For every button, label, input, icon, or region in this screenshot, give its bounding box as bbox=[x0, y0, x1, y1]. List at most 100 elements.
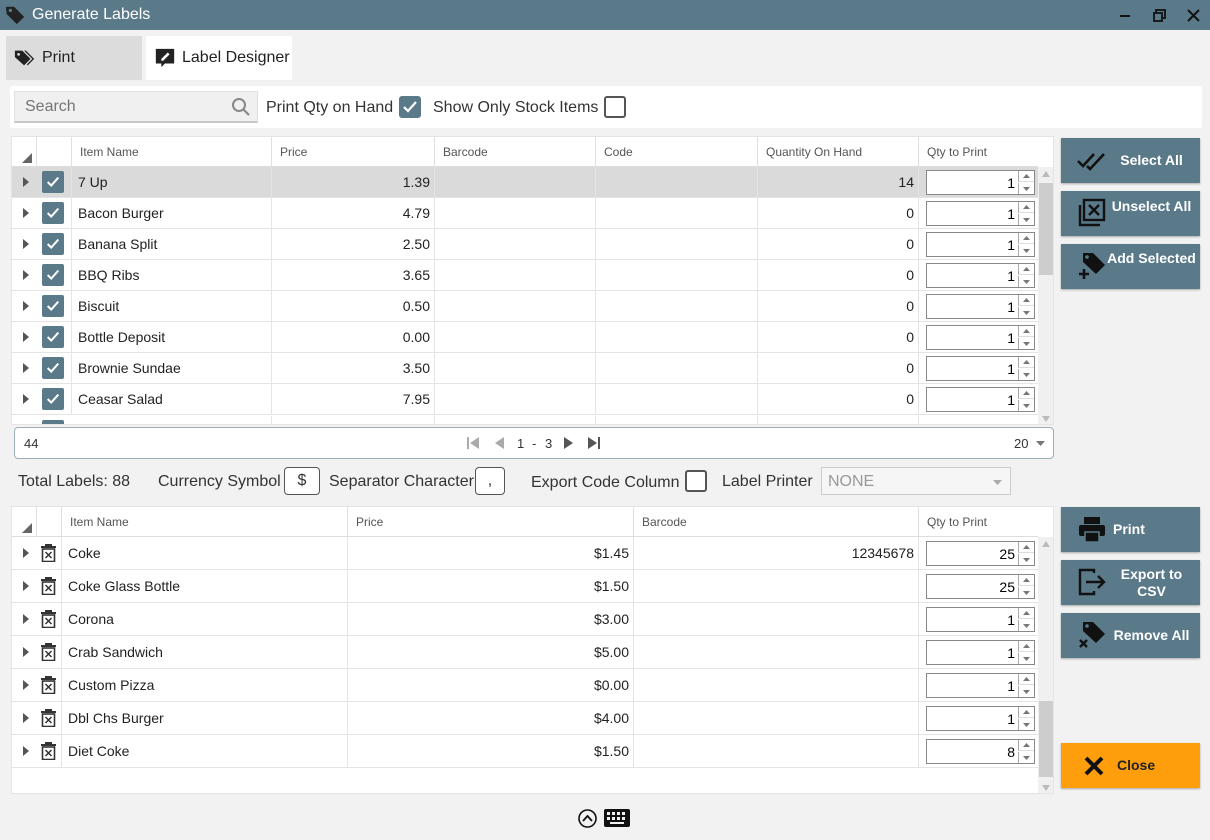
col-price[interactable]: Price bbox=[347, 507, 633, 537]
expand-row-icon[interactable] bbox=[20, 745, 32, 757]
qty-input[interactable] bbox=[927, 295, 1019, 318]
stepper-down-icon[interactable] bbox=[1018, 400, 1034, 411]
qty-input[interactable] bbox=[927, 357, 1019, 380]
table-row[interactable]: 7 Up 1.39 14 bbox=[12, 167, 1038, 198]
stepper-up-icon[interactable] bbox=[1018, 264, 1034, 275]
scrollbar-thumb[interactable] bbox=[1039, 701, 1053, 777]
row-checkbox[interactable] bbox=[42, 233, 64, 255]
stepper-down-icon[interactable] bbox=[1018, 338, 1034, 349]
table-row[interactable]: Custom Pizza $0.00 bbox=[12, 669, 1038, 702]
trash-icon[interactable] bbox=[41, 610, 56, 628]
expand-row-icon[interactable] bbox=[20, 362, 32, 374]
table-row[interactable]: Corona $3.00 bbox=[12, 603, 1038, 636]
stepper-up-icon[interactable] bbox=[1018, 542, 1034, 553]
stepper-up-icon[interactable] bbox=[1018, 641, 1034, 652]
qty-input[interactable] bbox=[927, 264, 1019, 287]
col-price[interactable]: Price bbox=[271, 137, 434, 167]
keyboard-icon[interactable] bbox=[603, 808, 631, 828]
qty-stepper[interactable] bbox=[926, 574, 1035, 599]
qty-input[interactable] bbox=[927, 641, 1019, 664]
col-quantity-on-hand[interactable]: Quantity On Hand bbox=[757, 137, 918, 167]
row-checkbox[interactable] bbox=[42, 357, 64, 379]
row-checkbox[interactable] bbox=[42, 202, 64, 224]
separator-character-input[interactable]: , bbox=[475, 467, 505, 495]
row-checkbox[interactable] bbox=[42, 388, 64, 410]
qty-input[interactable] bbox=[927, 388, 1019, 411]
close-button[interactable]: Close bbox=[1061, 743, 1200, 788]
qty-stepper[interactable] bbox=[926, 294, 1035, 319]
qty-stepper[interactable] bbox=[926, 706, 1035, 731]
table-row[interactable]: Banana Split 2.50 0 bbox=[12, 229, 1038, 260]
close-icon[interactable] bbox=[1182, 4, 1204, 26]
tab-print[interactable]: Print bbox=[6, 36, 142, 80]
qty-stepper[interactable] bbox=[926, 356, 1035, 381]
chevron-up-icon[interactable] bbox=[578, 809, 597, 828]
search-box[interactable] bbox=[14, 91, 258, 123]
qty-input[interactable] bbox=[927, 707, 1019, 730]
qty-input[interactable] bbox=[927, 233, 1019, 256]
stepper-up-icon[interactable] bbox=[1018, 233, 1034, 244]
trash-icon[interactable] bbox=[41, 676, 56, 694]
qty-input[interactable] bbox=[927, 542, 1019, 565]
table-row[interactable]: BBQ Ribs 3.65 0 bbox=[12, 260, 1038, 291]
row-checkbox[interactable] bbox=[42, 264, 64, 286]
pager-current-page[interactable]: 1 bbox=[517, 436, 524, 451]
trash-icon[interactable] bbox=[41, 544, 56, 562]
stepper-down-icon[interactable] bbox=[1018, 214, 1034, 225]
expand-row-icon[interactable] bbox=[20, 331, 32, 343]
stepper-up-icon[interactable] bbox=[1018, 202, 1034, 213]
export-code-checkbox[interactable] bbox=[685, 470, 707, 492]
show-stock-checkbox[interactable] bbox=[604, 96, 626, 118]
prev-page-icon[interactable] bbox=[493, 437, 505, 449]
expand-row-icon[interactable] bbox=[20, 712, 32, 724]
qty-stepper[interactable] bbox=[926, 263, 1035, 288]
table-row[interactable]: Bacon Burger 4.79 0 bbox=[12, 198, 1038, 229]
stepper-up-icon[interactable] bbox=[1018, 326, 1034, 337]
tab-label-designer[interactable]: Label Designer bbox=[146, 36, 292, 80]
row-checkbox[interactable] bbox=[42, 326, 64, 348]
table-row[interactable]: Dbl Chs Burger $4.00 bbox=[12, 702, 1038, 735]
export-csv-button[interactable]: Export to CSV bbox=[1061, 560, 1200, 605]
col-qty-to-print[interactable]: Qty to Print bbox=[918, 507, 1038, 537]
table-row[interactable]: Coke $1.45 12345678 bbox=[12, 537, 1038, 570]
table-row[interactable]: Biscuit 0.50 0 bbox=[12, 291, 1038, 322]
col-item-name[interactable]: Item Name bbox=[71, 137, 271, 167]
minimize-icon[interactable] bbox=[1114, 4, 1136, 26]
trash-icon[interactable] bbox=[41, 643, 56, 661]
expand-row-icon[interactable] bbox=[20, 207, 32, 219]
expand-row-icon[interactable] bbox=[20, 300, 32, 312]
page-size-value[interactable]: 20 bbox=[1014, 436, 1028, 451]
stepper-up-icon[interactable] bbox=[1018, 171, 1034, 182]
stepper-down-icon[interactable] bbox=[1018, 719, 1034, 730]
expand-row-icon[interactable] bbox=[20, 613, 32, 625]
expand-row-icon[interactable] bbox=[20, 393, 32, 405]
col-qty-to-print[interactable]: Qty to Print bbox=[918, 137, 1038, 167]
table-row[interactable]: Crab Sandwich $5.00 bbox=[12, 636, 1038, 669]
qty-stepper[interactable] bbox=[926, 170, 1035, 195]
qty-stepper[interactable] bbox=[926, 541, 1035, 566]
qty-input[interactable] bbox=[927, 171, 1019, 194]
scroll-up-icon[interactable] bbox=[1042, 541, 1050, 547]
unselect-all-button[interactable]: Unselect All bbox=[1061, 191, 1200, 236]
qty-stepper[interactable] bbox=[926, 673, 1035, 698]
stepper-down-icon[interactable] bbox=[1018, 369, 1034, 380]
first-page-icon[interactable] bbox=[467, 437, 479, 449]
table-row[interactable]: Diet Coke $1.50 bbox=[12, 735, 1038, 768]
search-icon[interactable] bbox=[231, 97, 251, 117]
stepper-up-icon[interactable] bbox=[1018, 388, 1034, 399]
stepper-up-icon[interactable] bbox=[1018, 740, 1034, 751]
search-input[interactable] bbox=[25, 93, 225, 121]
stepper-down-icon[interactable] bbox=[1018, 587, 1034, 598]
table-row[interactable]: Coke Glass Bottle $1.50 bbox=[12, 570, 1038, 603]
qty-stepper[interactable] bbox=[926, 387, 1035, 412]
col-item-name[interactable]: Item Name bbox=[61, 507, 347, 537]
last-page-icon[interactable] bbox=[588, 437, 600, 449]
stepper-down-icon[interactable] bbox=[1018, 276, 1034, 287]
add-selected-button[interactable]: Add Selected bbox=[1061, 244, 1200, 289]
col-barcode[interactable]: Barcode bbox=[633, 507, 918, 537]
stepper-down-icon[interactable] bbox=[1018, 686, 1034, 697]
stepper-up-icon[interactable] bbox=[1018, 674, 1034, 685]
qty-input[interactable] bbox=[927, 674, 1019, 697]
label-printer-select[interactable]: NONE bbox=[821, 467, 1011, 495]
row-checkbox[interactable] bbox=[42, 171, 64, 193]
